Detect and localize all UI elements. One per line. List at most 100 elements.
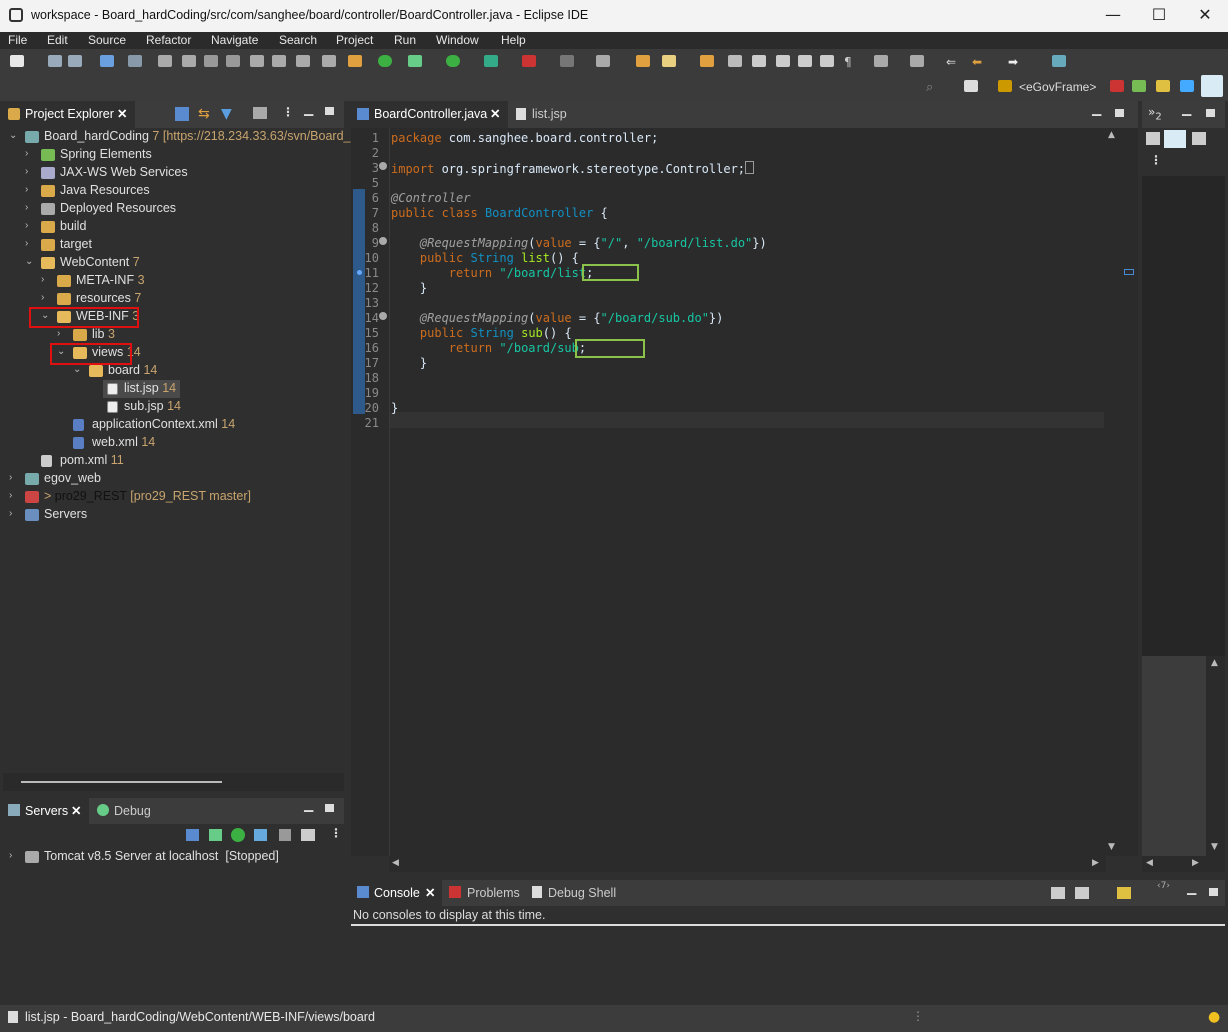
menu-project[interactable]: Project <box>336 33 373 47</box>
task-list-icon[interactable] <box>1192 132 1206 145</box>
minimize-view-icon[interactable]: ▁ <box>304 798 313 812</box>
menu-source[interactable]: Source <box>88 33 126 47</box>
link-with-editor-icon[interactable]: ⇆ <box>198 106 210 122</box>
fold-expand-icon[interactable] <box>379 162 387 170</box>
tab-problems[interactable]: Problems <box>446 880 524 906</box>
view-options-icon[interactable] <box>253 107 267 119</box>
tab-project-explorer[interactable]: Project Explorer ✕ <box>3 101 135 128</box>
terminate-icon[interactable] <box>204 55 218 67</box>
scroll-up-icon[interactable]: ▲ <box>1108 130 1115 140</box>
perspective-flag-icon[interactable] <box>1110 80 1124 92</box>
stop-icon[interactable] <box>560 55 574 67</box>
debug-icon[interactable] <box>408 55 422 67</box>
annotation-icon[interactable] <box>874 55 888 67</box>
debug-server-icon[interactable] <box>209 829 222 841</box>
last-edit-icon[interactable]: ⇐ <box>946 55 960 69</box>
terminal-icon[interactable] <box>100 55 114 67</box>
code-area[interactable]: 1 2 3 5 6 7 8 9 10 11 12 13 14 15 16 17 … <box>351 128 1106 856</box>
close-button[interactable]: ✕ <box>1182 0 1228 32</box>
external-tools-icon[interactable] <box>596 55 610 67</box>
maximize-button[interactable]: ☐ <box>1136 0 1182 32</box>
profile-server-icon[interactable] <box>254 829 267 841</box>
view-menu-icon[interactable]: ⋮ <box>1150 153 1162 167</box>
editor-hscrollbar[interactable]: ◀ ▶ <box>389 856 1106 872</box>
resume-icon[interactable] <box>158 55 172 67</box>
minimize-view-icon[interactable]: ▁ <box>1092 102 1101 116</box>
outline-hscrollbar[interactable]: ◀ ▶ <box>1142 856 1225 872</box>
editor-vscrollbar[interactable]: ▲ ▼ <box>1106 128 1120 856</box>
back-icon[interactable]: ⬅ <box>972 55 986 69</box>
start-server-icon[interactable] <box>231 828 245 842</box>
tab-console[interactable]: Console ✕ <box>351 880 442 906</box>
more-views-icon[interactable]: ‹7› <box>1157 881 1170 891</box>
scroll-down-icon[interactable]: ▼ <box>1211 842 1218 852</box>
spring-perspective-icon[interactable] <box>1132 80 1146 92</box>
scroll-right-icon[interactable]: ▶ <box>1092 858 1099 868</box>
save-icon[interactable] <box>48 55 62 67</box>
collapse-icon[interactable] <box>186 829 199 841</box>
step-into-icon[interactable] <box>250 55 264 67</box>
disconnect-icon[interactable] <box>226 55 240 67</box>
minimize-button[interactable]: — <box>1090 0 1136 32</box>
pin-editor-icon[interactable] <box>910 55 924 67</box>
drop-to-frame-icon[interactable] <box>322 55 336 67</box>
outline-view-icon[interactable] <box>1146 132 1160 145</box>
scroll-thumb[interactable] <box>21 781 222 783</box>
java-ee-perspective-icon[interactable] <box>1156 80 1170 92</box>
new-icon[interactable] <box>10 55 24 67</box>
spring-boot-icon[interactable] <box>378 55 392 67</box>
menu-help[interactable]: Help <box>501 33 526 47</box>
word-wrap-icon[interactable] <box>820 55 834 67</box>
scroll-right-icon[interactable]: ▶ <box>1192 858 1199 868</box>
explorer-hscrollbar[interactable] <box>3 773 344 791</box>
scroll-left-icon[interactable]: ◀ <box>1146 858 1153 868</box>
run-icon[interactable] <box>446 55 460 67</box>
open-perspective-button-icon[interactable] <box>964 80 978 92</box>
save-all-icon[interactable] <box>68 55 82 67</box>
toggle-mark-icon[interactable] <box>776 55 790 67</box>
close-icon[interactable]: ✕ <box>490 106 500 121</box>
fold-collapse-icon[interactable] <box>379 312 387 320</box>
menu-search[interactable]: Search <box>279 33 317 47</box>
java-perspective-icon[interactable] <box>1180 80 1194 92</box>
suspend-icon[interactable] <box>182 55 196 67</box>
use-step-filters-icon[interactable] <box>348 55 362 67</box>
close-icon[interactable]: ✕ <box>425 885 435 900</box>
scroll-left-icon[interactable]: ◀ <box>392 858 399 868</box>
menu-window[interactable]: Window <box>436 33 479 47</box>
stop-server-icon[interactable] <box>279 829 291 841</box>
filter-icon[interactable]: ▼ <box>221 106 232 122</box>
egovframe-perspective-icon[interactable] <box>998 80 1012 92</box>
tab-debug[interactable]: Debug <box>93 798 163 824</box>
menu-refactor[interactable]: Refactor <box>146 33 191 47</box>
publish-icon[interactable] <box>301 829 315 841</box>
tip-lightbulb-icon[interactable]: ● <box>1208 1009 1220 1025</box>
maximize-view-icon[interactable] <box>1209 888 1218 896</box>
open-console-icon[interactable] <box>1117 887 1131 899</box>
coverage-icon[interactable] <box>522 55 536 67</box>
maximize-view-icon[interactable] <box>1115 109 1124 117</box>
pin-console-icon[interactable] <box>1075 887 1089 899</box>
open-type-icon[interactable] <box>700 55 714 67</box>
forward-icon[interactable]: ➡ <box>1008 55 1022 69</box>
tab-debug-shell[interactable]: Debug Shell <box>529 880 629 906</box>
open-perspective-icon[interactable] <box>1052 55 1066 67</box>
overflow-tabs-icon[interactable]: »2 <box>1148 105 1162 122</box>
run-server-icon[interactable] <box>484 55 498 67</box>
menu-run[interactable]: Run <box>394 33 416 47</box>
menu-file[interactable]: File <box>8 33 27 47</box>
sync-view-icon[interactable] <box>1164 130 1186 148</box>
view-menu-icon[interactable]: ⋮ <box>282 105 294 119</box>
display-console-icon[interactable] <box>1051 887 1065 899</box>
collapse-all-icon[interactable] <box>175 107 189 121</box>
tab-servers[interactable]: Servers ✕ <box>3 798 89 824</box>
search-icon[interactable]: ⌕ <box>926 80 940 95</box>
maximize-view-icon[interactable] <box>1206 109 1215 117</box>
menu-navigate[interactable]: Navigate <box>211 33 258 47</box>
scroll-up-icon[interactable]: ▲ <box>1211 658 1218 668</box>
step-over-icon[interactable] <box>272 55 286 67</box>
search-tool-icon[interactable] <box>728 55 742 67</box>
menu-edit[interactable]: Edit <box>47 33 68 47</box>
perspective-label[interactable]: <eGovFrame> <box>1019 80 1096 94</box>
edit-icon[interactable] <box>752 55 766 67</box>
